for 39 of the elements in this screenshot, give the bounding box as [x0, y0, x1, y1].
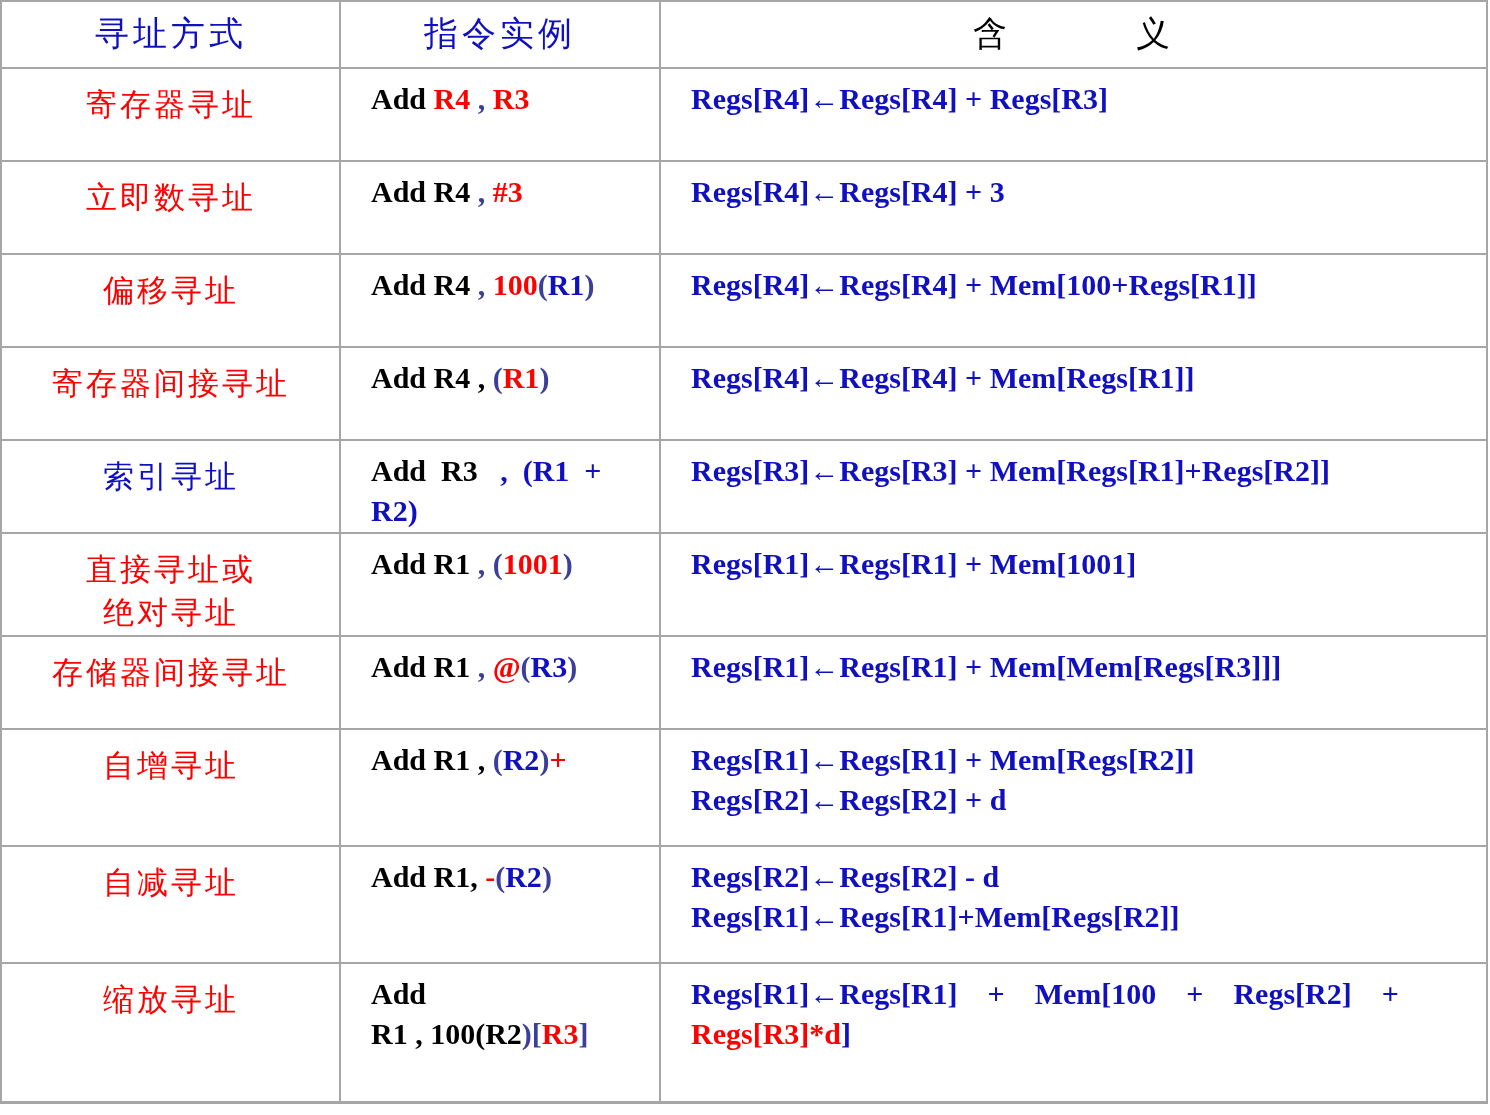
- instruction-example: Add R1, -(R2): [371, 858, 552, 895]
- addressing-mode: 直接寻址或: [85, 551, 256, 589]
- meaning-formula: Regs[R1]←Regs[R1]+Mem[Regs[R2]]: [691, 898, 1180, 935]
- addressing-mode: 偏移寻址: [102, 272, 239, 310]
- meaning-formula: Regs[R2]←Regs[R2] - d: [691, 858, 1000, 895]
- instruction-example: Add R4 , 100(R1): [371, 267, 595, 303]
- meaning-formula: Regs[R4]←Regs[R4] + Regs[R3]: [691, 81, 1108, 117]
- addressing-mode: 存储器间接寻址: [51, 653, 290, 692]
- instruction-example: Add: [371, 975, 427, 1012]
- addressing-mode: 绝对寻址: [102, 594, 239, 633]
- meaning-formula: Regs[R1]←Regs[R1] + Mem[1001]: [691, 546, 1137, 582]
- meaning-formula: Regs[R3]*d]: [691, 1015, 851, 1052]
- instruction-example: Add R1 , (1001): [371, 546, 573, 582]
- meaning-formula: Regs[R4]←Regs[R4] + Mem[100+Regs[R1]]: [691, 267, 1257, 303]
- meaning-formula: Regs[R4]←Regs[R4] + Mem[Regs[R1]]: [691, 360, 1195, 396]
- column-header: 寻址方式: [94, 14, 247, 55]
- instruction-example: Add R4 , #3: [371, 174, 523, 210]
- instruction-example: R2): [371, 493, 418, 529]
- meaning-formula: Regs[R4]←Regs[R4] + 3: [691, 174, 1005, 210]
- column-header: 指令实例: [424, 14, 576, 55]
- addressing-mode: 索引寻址: [102, 458, 239, 496]
- meaning-formula: Regs[R1]←Regs[R1] + Mem[Mem[Regs[R3]]]: [691, 648, 1282, 685]
- addressing-mode: 立即数寻址: [85, 179, 256, 217]
- addressing-mode: 自增寻址: [102, 746, 239, 785]
- meaning-formula: Regs[R1]←Regs[R1] + Mem[100 + Regs[R2] +: [691, 975, 1399, 1012]
- meaning-formula: Regs[R3]←Regs[R3] + Mem[Regs[R1]+Regs[R2]]: [691, 453, 1330, 489]
- instruction-example: Add R4 , (R1): [371, 360, 550, 396]
- addressing-mode: 寄存器间接寻址: [51, 365, 290, 403]
- instruction-example: Add R1 , (R2)+: [371, 741, 567, 778]
- instruction-example: Add R1 , @(R3): [371, 648, 578, 685]
- meaning-formula: Regs[R1]←Regs[R1] + Mem[Regs[R2]]: [691, 741, 1195, 778]
- instruction-example: Add R4 , R3: [371, 81, 530, 117]
- instruction-example: R1 , 100(R2)[R3]: [371, 1015, 589, 1052]
- addressing-mode: 寄存器寻址: [85, 86, 256, 124]
- addressing-mode: 自减寻址: [102, 863, 239, 902]
- meaning-formula: Regs[R2]←Regs[R2] + d: [691, 781, 1007, 818]
- addressing-mode: 缩放寻址: [102, 980, 239, 1019]
- instruction-example: Add R3 , (R1 +: [371, 453, 602, 489]
- column-header: 含 义: [973, 14, 1174, 55]
